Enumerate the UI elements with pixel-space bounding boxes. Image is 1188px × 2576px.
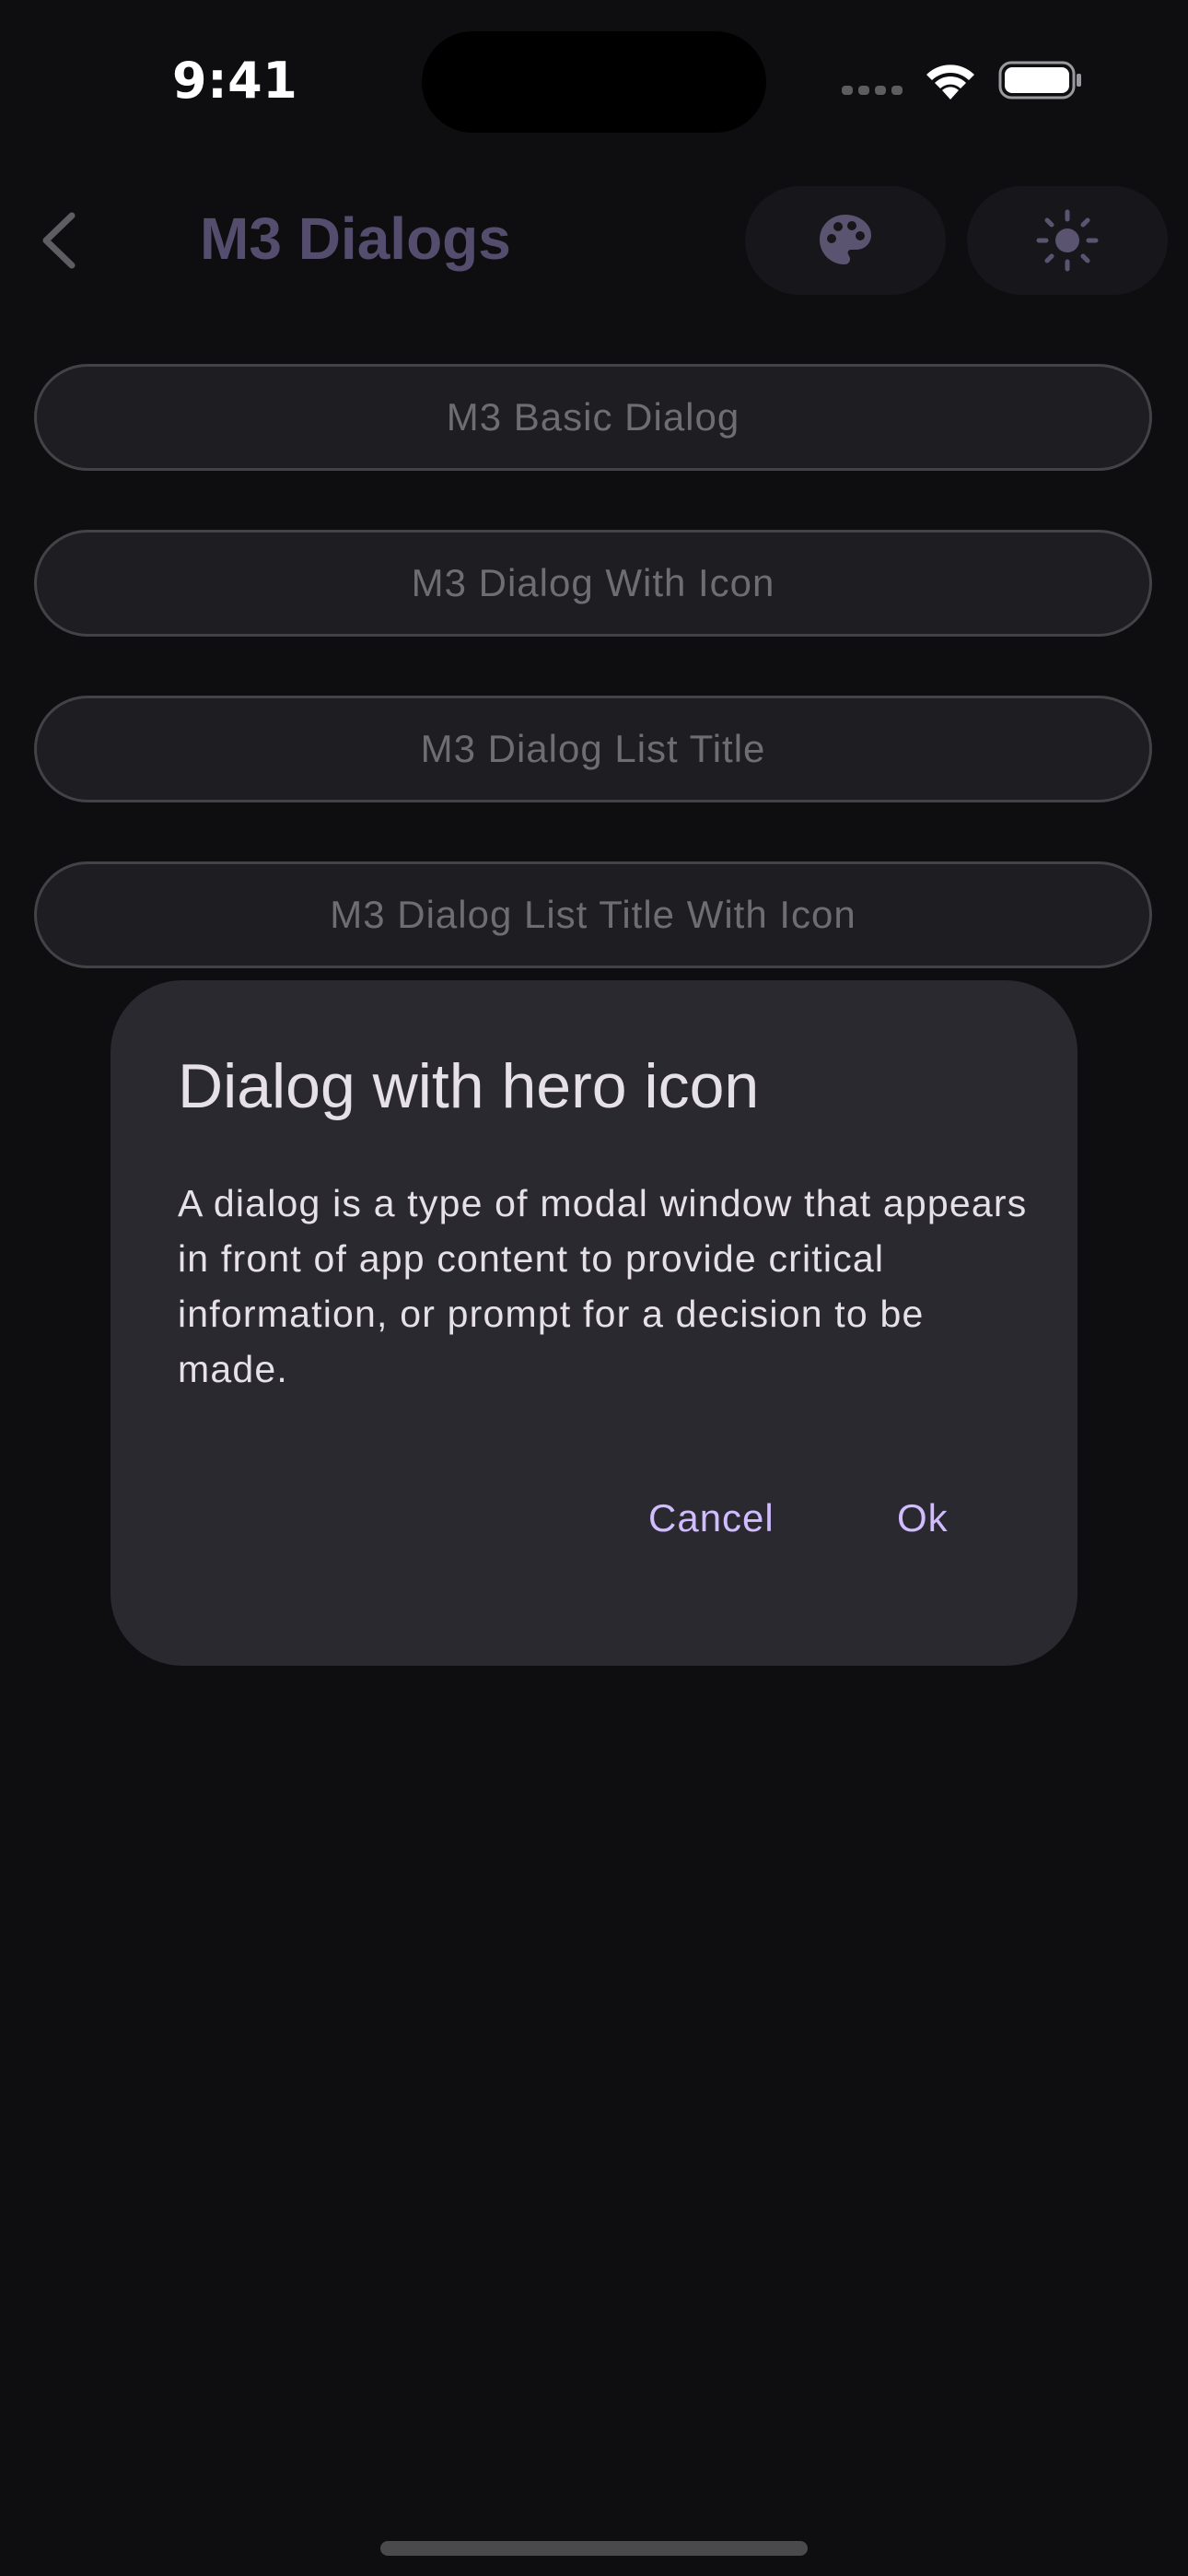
dialog-with-icon-button[interactable]: M3 Dialog With Icon (34, 530, 1152, 637)
home-indicator[interactable] (380, 2541, 808, 2556)
cancel-button[interactable]: Cancel (648, 1496, 775, 1540)
basic-dialog-button[interactable]: M3 Basic Dialog (34, 364, 1152, 471)
dialog-list-title-button[interactable]: M3 Dialog List Title (34, 696, 1152, 802)
dialog-list-title-with-icon-button[interactable]: M3 Dialog List Title With Icon (34, 861, 1152, 968)
dialog-body: A dialog is a type of modal window that … (178, 1182, 1028, 1390)
back-icon[interactable] (37, 210, 83, 271)
dynamic-island (422, 31, 766, 133)
palette-icon (820, 215, 871, 264)
dialog-title: Dialog with hero icon (178, 1051, 760, 1121)
dialog: Dialog with hero icon A dialog is a type… (111, 980, 1077, 1666)
wifi-icon (926, 64, 974, 100)
battery-icon (998, 61, 1081, 100)
ok-button[interactable]: Ok (897, 1496, 949, 1540)
brightness-button[interactable] (967, 186, 1168, 295)
palette-button[interactable] (745, 186, 946, 295)
status-time: 9:41 (172, 52, 298, 110)
brightness-icon (1036, 209, 1099, 272)
page-title: M3 Dialogs (200, 205, 511, 272)
cellular-signal-icon (842, 86, 903, 99)
